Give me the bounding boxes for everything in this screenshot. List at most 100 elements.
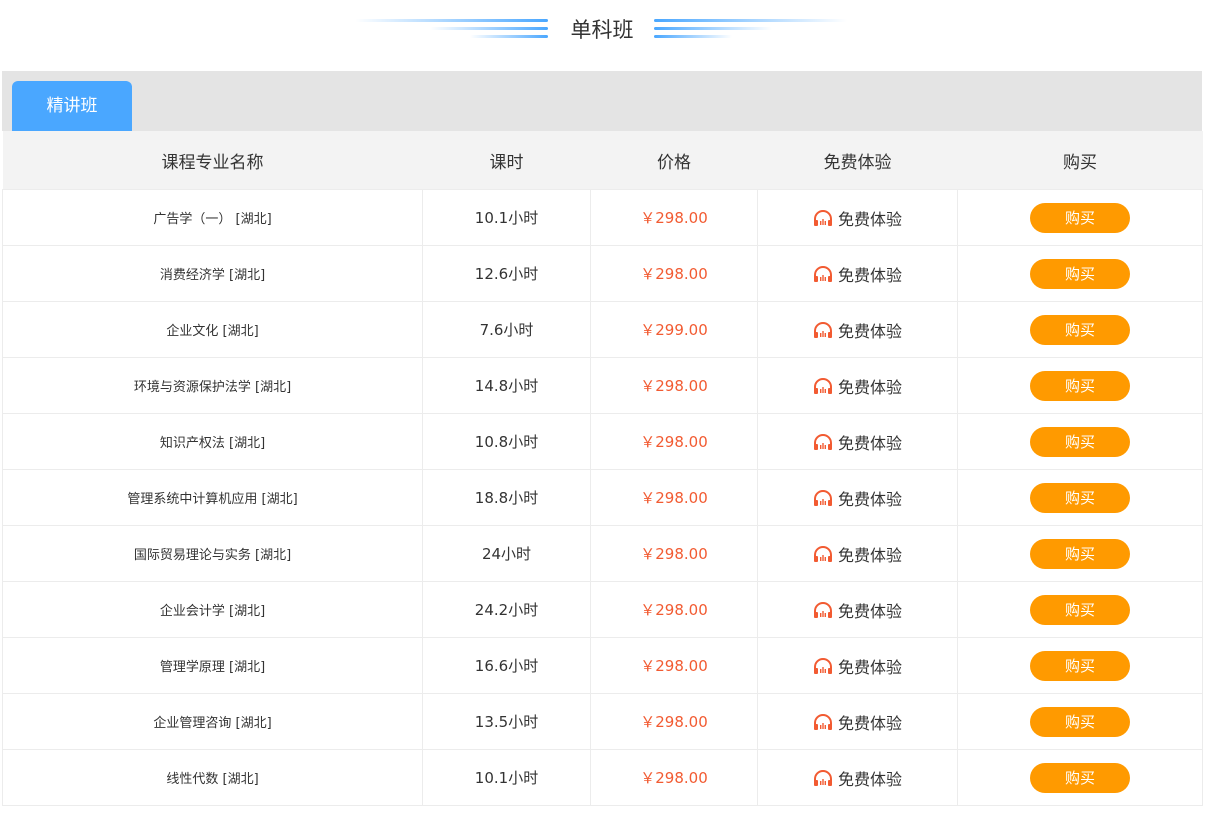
table-row: 国际贸易理论与实务 [湖北] 24小时 ￥298.00 免费体验 购买 — [2, 525, 1203, 582]
course-name: 企业会计学 [湖北] — [2, 581, 423, 638]
buy-cell: 购买 — [957, 413, 1203, 470]
course-price: ￥298.00 — [590, 525, 758, 582]
course-name: 管理学原理 [湖北] — [2, 637, 423, 694]
buy-button[interactable]: 购买 — [1030, 706, 1130, 737]
course-price: ￥298.00 — [590, 749, 758, 806]
column-header-trial: 免费体验 — [757, 131, 958, 190]
section-title: 单科班 — [570, 18, 634, 42]
headphones-icon — [813, 601, 832, 618]
buy-button[interactable]: 购买 — [1030, 594, 1130, 625]
course-price: ￥298.00 — [590, 581, 758, 638]
title-decoration-right — [654, 19, 847, 22]
table-row: 企业文化 [湖北] 7.6小时 ￥299.00 免费体验 购买 — [2, 301, 1203, 358]
course-name: 企业管理咨询 [湖北] — [2, 693, 423, 750]
free-trial-label: 免费体验 — [837, 209, 902, 229]
buy-button[interactable]: 购买 — [1030, 538, 1130, 569]
table-row: 企业会计学 [湖北] 24.2小时 ￥298.00 免费体验 购买 — [2, 581, 1203, 638]
free-trial-label: 免费体验 — [837, 657, 902, 677]
course-name: 知识产权法 [湖北] — [2, 413, 423, 470]
course-price: ￥298.00 — [590, 469, 758, 526]
free-trial-label: 免费体验 — [837, 433, 902, 453]
free-trial-link[interactable]: 免费体验 — [813, 598, 902, 622]
title-decoration-left — [430, 27, 548, 30]
course-table: 课程专业名称 课时 价格 免费体验 购买 广告学（一） [湖北] 10.1小时 ￥2… — [2, 131, 1203, 806]
buy-button[interactable]: 购买 — [1030, 762, 1130, 793]
free-trial-link[interactable]: 免费体验 — [813, 710, 902, 734]
course-hours: 24小时 — [422, 525, 591, 582]
table-row: 管理学原理 [湖北] 16.6小时 ￥298.00 免费体验 购买 — [2, 637, 1203, 694]
trial-cell: 免费体验 — [757, 637, 958, 694]
course-name: 广告学（一） [湖北] — [2, 189, 423, 246]
course-price: ￥298.00 — [590, 413, 758, 470]
table-row: 环境与资源保护法学 [湖北] 14.8小时 ￥298.00 免费体验 购买 — [2, 357, 1203, 414]
buy-button[interactable]: 购买 — [1030, 482, 1130, 513]
free-trial-link[interactable]: 免费体验 — [813, 542, 902, 566]
trial-cell: 免费体验 — [757, 357, 958, 414]
table-row: 广告学（一） [湖北] 10.1小时 ￥298.00 免费体验 购买 — [2, 189, 1203, 246]
free-trial-link[interactable]: 免费体验 — [813, 486, 902, 510]
table-row: 管理系统中计算机应用 [湖北] 18.8小时 ￥298.00 免费体验 购买 — [2, 469, 1203, 526]
free-trial-link[interactable]: 免费体验 — [813, 654, 902, 678]
trial-cell: 免费体验 — [757, 301, 958, 358]
title-decoration-left — [355, 19, 548, 22]
headphones-icon — [813, 769, 832, 786]
buy-cell: 购买 — [957, 525, 1203, 582]
table-row: 企业管理咨询 [湖北] 13.5小时 ￥298.00 免费体验 购买 — [2, 693, 1203, 750]
course-price: ￥298.00 — [590, 245, 758, 302]
course-hours: 13.5小时 — [422, 693, 591, 750]
course-name: 企业文化 [湖北] — [2, 301, 423, 358]
buy-button[interactable]: 购买 — [1030, 258, 1130, 289]
course-hours: 10.1小时 — [422, 749, 591, 806]
buy-cell: 购买 — [957, 581, 1203, 638]
column-header-name: 课程专业名称 — [2, 131, 423, 190]
table-row: 消费经济学 [湖北] 12.6小时 ￥298.00 免费体验 购买 — [2, 245, 1203, 302]
course-hours: 24.2小时 — [422, 581, 591, 638]
column-header-buy: 购买 — [957, 131, 1203, 190]
buy-button[interactable]: 购买 — [1030, 314, 1130, 345]
section-header: 单科班 — [0, 0, 1210, 60]
headphones-icon — [813, 545, 832, 562]
trial-cell: 免费体验 — [757, 581, 958, 638]
free-trial-label: 免费体验 — [837, 769, 902, 789]
free-trial-link[interactable]: 免费体验 — [813, 766, 902, 790]
free-trial-link[interactable]: 免费体验 — [813, 318, 902, 342]
title-decoration-left — [470, 35, 548, 38]
buy-button[interactable]: 购买 — [1030, 370, 1130, 401]
course-hours: 18.8小时 — [422, 469, 591, 526]
headphones-icon — [813, 433, 832, 450]
buy-button[interactable]: 购买 — [1030, 202, 1130, 233]
free-trial-link[interactable]: 免费体验 — [813, 206, 902, 230]
tab-jingjiang[interactable]: 精讲班 — [12, 81, 132, 131]
buy-button[interactable]: 购买 — [1030, 650, 1130, 681]
buy-cell: 购买 — [957, 693, 1203, 750]
trial-cell: 免费体验 — [757, 245, 958, 302]
free-trial-label: 免费体验 — [837, 601, 902, 621]
headphones-icon — [813, 489, 832, 506]
course-hours: 10.8小时 — [422, 413, 591, 470]
course-hours: 12.6小时 — [422, 245, 591, 302]
trial-cell: 免费体验 — [757, 749, 958, 806]
tab-bar: 精讲班 — [2, 71, 1202, 131]
course-name: 线性代数 [湖北] — [2, 749, 423, 806]
column-header-price: 价格 — [590, 131, 758, 190]
column-header-hours: 课时 — [422, 131, 591, 190]
course-name: 消费经济学 [湖北] — [2, 245, 423, 302]
trial-cell: 免费体验 — [757, 525, 958, 582]
title-decoration-right — [654, 27, 772, 30]
buy-cell: 购买 — [957, 189, 1203, 246]
free-trial-label: 免费体验 — [837, 713, 902, 733]
course-price: ￥298.00 — [590, 357, 758, 414]
course-name: 管理系统中计算机应用 [湖北] — [2, 469, 423, 526]
buy-cell: 购买 — [957, 637, 1203, 694]
course-name: 国际贸易理论与实务 [湖北] — [2, 525, 423, 582]
free-trial-label: 免费体验 — [837, 377, 902, 397]
free-trial-label: 免费体验 — [837, 265, 902, 285]
free-trial-label: 免费体验 — [837, 321, 902, 341]
buy-button[interactable]: 购买 — [1030, 426, 1130, 457]
course-name: 环境与资源保护法学 [湖北] — [2, 357, 423, 414]
free-trial-link[interactable]: 免费体验 — [813, 430, 902, 454]
free-trial-label: 免费体验 — [837, 545, 902, 565]
free-trial-link[interactable]: 免费体验 — [813, 262, 902, 286]
buy-cell: 购买 — [957, 357, 1203, 414]
free-trial-link[interactable]: 免费体验 — [813, 374, 902, 398]
